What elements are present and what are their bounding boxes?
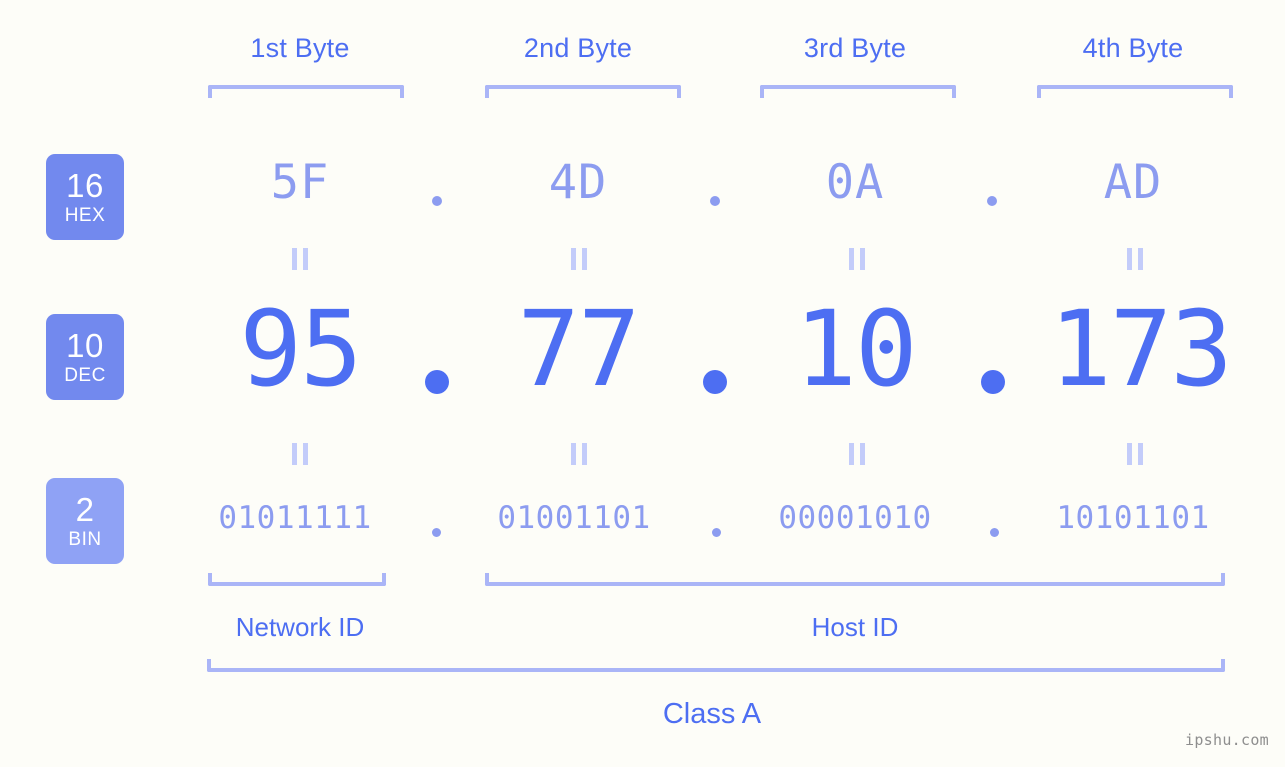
equals-mark-hex-dec-4 <box>1125 248 1145 270</box>
dec-value-byte-1: 95 <box>239 288 362 410</box>
bin-dot-separator-2 <box>712 528 721 537</box>
hex-dot-separator-3 <box>987 196 997 206</box>
bin-value-byte-4: 10101101 <box>1056 500 1210 536</box>
network-id-bracket <box>208 573 386 586</box>
dec-value-byte-4: 173 <box>1049 288 1233 410</box>
radix-badge-dec: 10 DEC <box>46 314 124 400</box>
bin-value-byte-2: 01001101 <box>497 500 651 536</box>
hex-dot-separator-2 <box>710 196 720 206</box>
class-label: Class A <box>662 698 762 730</box>
byte-bracket-4 <box>1037 85 1233 98</box>
byte-header-label-3: 3rd Byte <box>803 33 907 63</box>
equals-mark-hex-dec-1 <box>290 248 310 270</box>
dec-dot-separator-1 <box>425 370 449 394</box>
equals-mark-dec-bin-2 <box>569 443 589 465</box>
byte-header-label-1: 1st Byte <box>250 33 350 63</box>
dec-dot-separator-2 <box>703 370 727 394</box>
hex-value-byte-3: 0A <box>825 155 885 210</box>
network-id-label: Network ID <box>235 612 365 642</box>
host-id-bracket <box>485 573 1225 586</box>
hex-value-byte-2: 4D <box>548 155 608 210</box>
hex-dot-separator-1 <box>432 196 442 206</box>
bin-value-byte-1: 01011111 <box>218 500 372 536</box>
radix-badge-bin-name: BIN <box>68 529 102 550</box>
equals-mark-dec-bin-1 <box>290 443 310 465</box>
watermark: ipshu.com <box>1185 731 1269 749</box>
ip-address-breakdown-diagram: 1st Byte 2nd Byte 3rd Byte 4th Byte 16 H… <box>0 0 1285 767</box>
equals-mark-dec-bin-3 <box>847 443 867 465</box>
radix-badge-bin: 2 BIN <box>46 478 124 564</box>
class-bracket <box>207 659 1225 672</box>
radix-badge-hex-number: 16 <box>66 167 104 204</box>
bin-value-byte-3: 00001010 <box>778 500 932 536</box>
radix-badge-hex-name: HEX <box>64 205 106 226</box>
radix-badge-dec-number: 10 <box>66 327 104 364</box>
equals-mark-dec-bin-4 <box>1125 443 1145 465</box>
byte-bracket-2 <box>485 85 681 98</box>
radix-badge-bin-number: 2 <box>75 491 95 528</box>
byte-header-label-4: 4th Byte <box>1082 33 1184 63</box>
equals-mark-hex-dec-2 <box>569 248 589 270</box>
bin-dot-separator-1 <box>432 528 441 537</box>
dec-value-byte-3: 10 <box>794 288 917 410</box>
hex-value-byte-1: 5F <box>270 155 330 210</box>
hex-value-byte-4: AD <box>1103 155 1163 210</box>
dec-value-byte-2: 77 <box>517 288 640 410</box>
dec-dot-separator-3 <box>981 370 1005 394</box>
equals-mark-hex-dec-3 <box>847 248 867 270</box>
host-id-label: Host ID <box>811 612 899 642</box>
radix-badge-hex: 16 HEX <box>46 154 124 240</box>
byte-bracket-1 <box>208 85 404 98</box>
bin-dot-separator-3 <box>990 528 999 537</box>
byte-bracket-3 <box>760 85 956 98</box>
radix-badge-dec-name: DEC <box>64 365 106 386</box>
byte-header-label-2: 2nd Byte <box>523 33 633 63</box>
